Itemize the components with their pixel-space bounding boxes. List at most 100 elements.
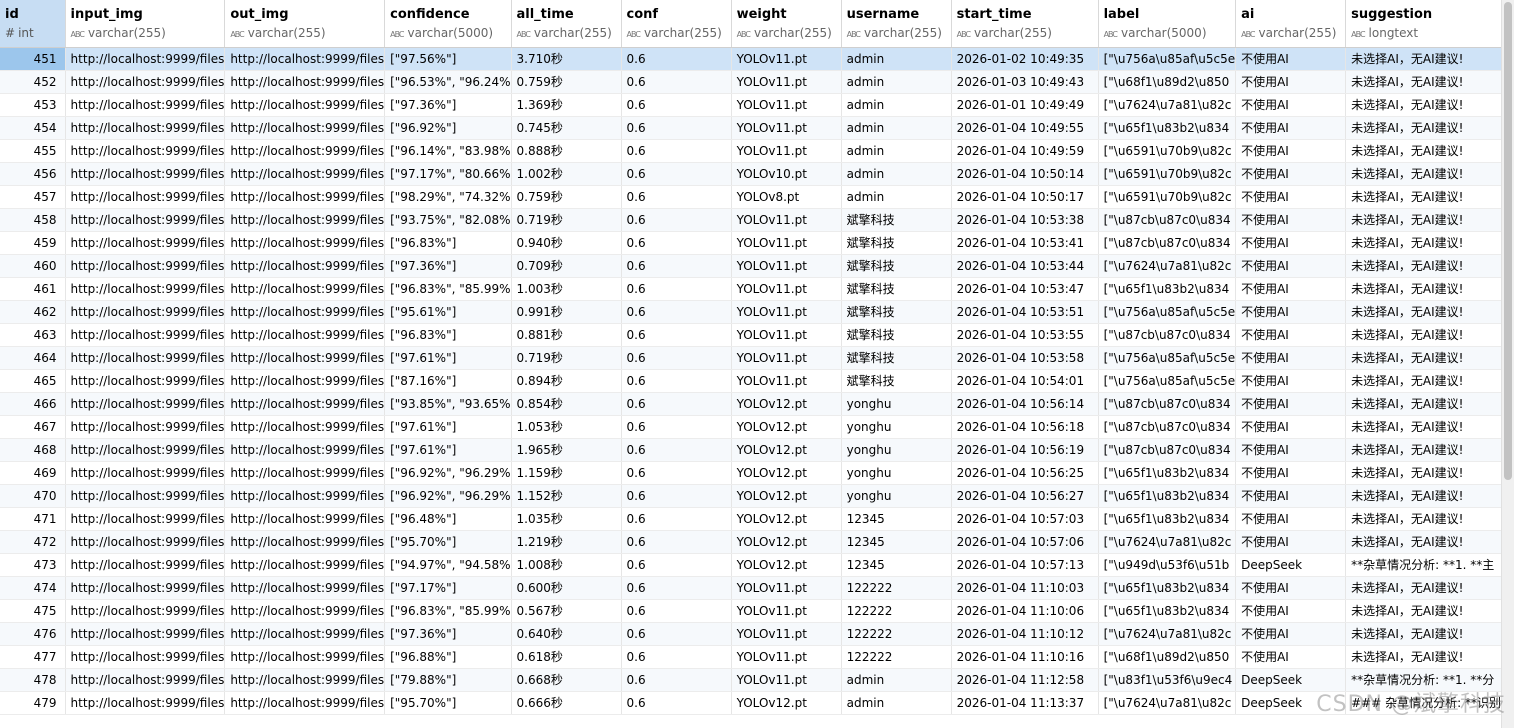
table-row[interactable]: 454 http://localhost:9999/files http://loc…	[0, 116, 1502, 140]
cell-label[interactable]: ["\u65f1\u83b2\u834	[1098, 277, 1237, 301]
cell-start-time[interactable]: 2026-01-04 10:53:55	[951, 323, 1099, 347]
cell-all-time[interactable]: 1.008秒	[511, 553, 622, 577]
cell-label[interactable]: ["\u756a\u85af\u5c5e	[1098, 369, 1237, 393]
cell-suggestion[interactable]: 未选择AI，无AI建议!	[1345, 70, 1502, 94]
cell-all-time[interactable]: 0.888秒	[511, 139, 622, 163]
cell-all-time[interactable]: 1.152秒	[511, 484, 622, 508]
cell-confidence[interactable]: ["96.53%", "96.24%	[384, 70, 512, 94]
cell-all-time[interactable]: 0.881秒	[511, 323, 622, 347]
cell-id[interactable]: 472	[0, 530, 66, 554]
cell-username[interactable]: admin	[841, 691, 952, 715]
cell-id[interactable]: 455	[0, 139, 66, 163]
table-row[interactable]: 478 http://localhost:9999/files http://loc…	[0, 668, 1502, 692]
cell-out-img[interactable]: http://localhost:9999/files	[224, 415, 386, 439]
cell-ai[interactable]: 不使用AI	[1235, 231, 1347, 255]
cell-start-time[interactable]: 2026-01-04 11:12:58	[951, 668, 1099, 692]
cell-weight[interactable]: YOLOv11.pt	[731, 323, 842, 347]
table-row[interactable]: 469 http://localhost:9999/files http://loc…	[0, 461, 1502, 485]
cell-weight[interactable]: YOLOv12.pt	[731, 461, 842, 485]
cell-username[interactable]: admin	[841, 47, 952, 71]
table-row[interactable]: 451 http://localhost:9999/files http://loc…	[0, 47, 1502, 71]
cell-input-img[interactable]: http://localhost:9999/files	[65, 185, 226, 209]
cell-suggestion[interactable]: 未选择AI，无AI建议!	[1345, 139, 1502, 163]
cell-confidence[interactable]: ["97.61%"]	[384, 346, 512, 370]
cell-ai[interactable]: DeepSeek	[1235, 553, 1347, 577]
cell-input-img[interactable]: http://localhost:9999/files	[65, 70, 226, 94]
cell-confidence[interactable]: ["97.61%"]	[384, 438, 512, 462]
cell-conf[interactable]: 0.6	[621, 323, 732, 347]
cell-ai[interactable]: 不使用AI	[1235, 369, 1347, 393]
table-row[interactable]: 471 http://localhost:9999/files http://loc…	[0, 507, 1502, 531]
cell-label[interactable]: ["\u65f1\u83b2\u834	[1098, 507, 1237, 531]
cell-input-img[interactable]: http://localhost:9999/files	[65, 208, 226, 232]
cell-username[interactable]: admin	[841, 93, 952, 117]
cell-start-time[interactable]: 2026-01-04 10:53:41	[951, 231, 1099, 255]
cell-weight[interactable]: YOLOv11.pt	[731, 139, 842, 163]
cell-conf[interactable]: 0.6	[621, 599, 732, 623]
column-header-suggestion[interactable]: suggestion ABC longtext	[1345, 0, 1502, 48]
cell-weight[interactable]: YOLOv12.pt	[731, 484, 842, 508]
cell-all-time[interactable]: 0.854秒	[511, 392, 622, 416]
cell-conf[interactable]: 0.6	[621, 231, 732, 255]
cell-conf[interactable]: 0.6	[621, 507, 732, 531]
cell-all-time[interactable]: 1.369秒	[511, 93, 622, 117]
cell-username[interactable]: yonghu	[841, 415, 952, 439]
cell-suggestion[interactable]: 未选择AI，无AI建议!	[1345, 254, 1502, 278]
cell-id[interactable]: 456	[0, 162, 66, 186]
cell-input-img[interactable]: http://localhost:9999/files	[65, 139, 226, 163]
cell-start-time[interactable]: 2026-01-03 10:49:43	[951, 70, 1099, 94]
cell-conf[interactable]: 0.6	[621, 162, 732, 186]
table-row[interactable]: 470 http://localhost:9999/files http://loc…	[0, 484, 1502, 508]
table-row[interactable]: 458 http://localhost:9999/files http://loc…	[0, 208, 1502, 232]
cell-id[interactable]: 454	[0, 116, 66, 140]
cell-ai[interactable]: 不使用AI	[1235, 576, 1347, 600]
cell-conf[interactable]: 0.6	[621, 116, 732, 140]
cell-suggestion[interactable]: 未选择AI，无AI建议!	[1345, 622, 1502, 646]
table-row[interactable]: 457 http://localhost:9999/files http://loc…	[0, 185, 1502, 209]
table-row[interactable]: 477 http://localhost:9999/files http://loc…	[0, 645, 1502, 669]
cell-suggestion[interactable]: 未选择AI，无AI建议!	[1345, 507, 1502, 531]
cell-all-time[interactable]: 0.894秒	[511, 369, 622, 393]
cell-conf[interactable]: 0.6	[621, 415, 732, 439]
cell-label[interactable]: ["\u949d\u53f6\u51b	[1098, 553, 1237, 577]
cell-conf[interactable]: 0.6	[621, 691, 732, 715]
column-header-id[interactable]: id # int	[0, 0, 66, 48]
cell-suggestion[interactable]: 未选择AI，无AI建议!	[1345, 116, 1502, 140]
cell-weight[interactable]: YOLOv12.pt	[731, 392, 842, 416]
cell-username[interactable]: 12345	[841, 553, 952, 577]
cell-weight[interactable]: YOLOv12.pt	[731, 553, 842, 577]
cell-confidence[interactable]: ["96.83%"]	[384, 231, 512, 255]
cell-ai[interactable]: 不使用AI	[1235, 323, 1347, 347]
cell-conf[interactable]: 0.6	[621, 553, 732, 577]
cell-label[interactable]: ["\u6591\u70b9\u82c	[1098, 139, 1237, 163]
cell-username[interactable]: 斌擎科技	[841, 254, 952, 278]
cell-weight[interactable]: YOLOv11.pt	[731, 300, 842, 324]
cell-out-img[interactable]: http://localhost:9999/files	[224, 139, 386, 163]
cell-ai[interactable]: 不使用AI	[1235, 300, 1347, 324]
cell-weight[interactable]: YOLOv11.pt	[731, 599, 842, 623]
cell-all-time[interactable]: 0.759秒	[511, 70, 622, 94]
cell-suggestion[interactable]: 未选择AI，无AI建议!	[1345, 231, 1502, 255]
cell-start-time[interactable]: 2026-01-04 10:50:14	[951, 162, 1099, 186]
cell-label[interactable]: ["\u68f1\u89d2\u850	[1098, 70, 1237, 94]
cell-label[interactable]: ["\u7624\u7a81\u82c	[1098, 93, 1237, 117]
cell-input-img[interactable]: http://localhost:9999/files	[65, 116, 226, 140]
cell-all-time[interactable]: 0.668秒	[511, 668, 622, 692]
cell-weight[interactable]: YOLOv11.pt	[731, 254, 842, 278]
cell-username[interactable]: 斌擎科技	[841, 346, 952, 370]
cell-id[interactable]: 465	[0, 369, 66, 393]
cell-id[interactable]: 457	[0, 185, 66, 209]
cell-id[interactable]: 467	[0, 415, 66, 439]
cell-suggestion[interactable]: 未选择AI，无AI建议!	[1345, 438, 1502, 462]
cell-input-img[interactable]: http://localhost:9999/files	[65, 507, 226, 531]
cell-username[interactable]: 斌擎科技	[841, 231, 952, 255]
cell-label[interactable]: ["\u87cb\u87c0\u834	[1098, 231, 1237, 255]
cell-start-time[interactable]: 2026-01-04 10:49:59	[951, 139, 1099, 163]
cell-all-time[interactable]: 0.640秒	[511, 622, 622, 646]
cell-username[interactable]: 122222	[841, 576, 952, 600]
cell-label[interactable]: ["\u65f1\u83b2\u834	[1098, 116, 1237, 140]
cell-all-time[interactable]: 0.567秒	[511, 599, 622, 623]
cell-confidence[interactable]: ["96.88%"]	[384, 645, 512, 669]
cell-all-time[interactable]: 1.159秒	[511, 461, 622, 485]
cell-label[interactable]: ["\u87cb\u87c0\u834	[1098, 323, 1237, 347]
